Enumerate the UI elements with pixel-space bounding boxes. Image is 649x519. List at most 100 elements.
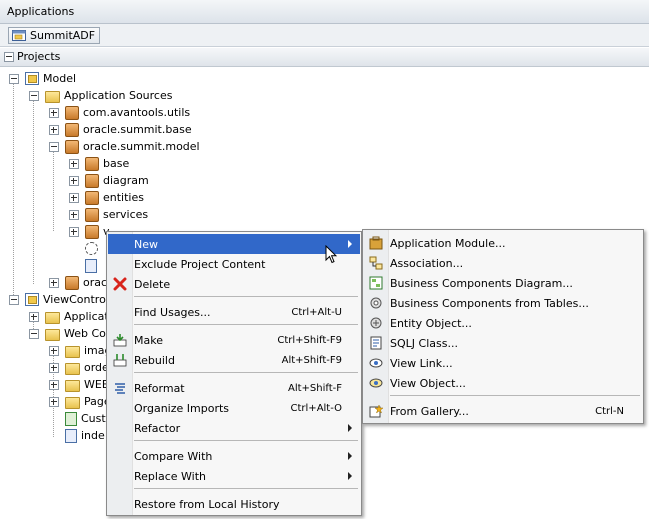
tree-toggle[interactable]	[69, 193, 79, 203]
menu-item-new[interactable]: New	[108, 234, 360, 254]
menu-item-restore-from-local-history[interactable]: Restore from Local History	[108, 494, 360, 514]
file-icon	[65, 411, 77, 426]
menu-item-compare-with[interactable]: Compare With	[108, 446, 360, 466]
menu-separator	[134, 372, 358, 373]
tree-item-label: Cust	[81, 412, 106, 425]
menu-item-entity-object[interactable]: Entity Object...	[364, 313, 642, 333]
tree-item-file[interactable]: Cust	[65, 410, 106, 427]
menu-item-from-gallery[interactable]: From Gallery... Ctrl-N	[364, 401, 642, 421]
tree-toggle[interactable]	[9, 74, 19, 84]
tree-toggle[interactable]	[49, 380, 59, 390]
menu-item-organize-imports[interactable]: Organize Imports Ctrl+Alt-O	[108, 398, 360, 418]
menu-item-label: Organize Imports	[134, 401, 230, 415]
tables-icon	[370, 297, 382, 309]
tree-toggle[interactable]	[29, 91, 39, 101]
view-object-icon	[369, 378, 383, 388]
folder-icon	[65, 379, 80, 392]
tree-item-model[interactable]: Model	[25, 70, 76, 87]
tree-toggle[interactable]	[49, 142, 59, 152]
tree-item-folder[interactable]: Applicati	[45, 308, 112, 325]
projects-collapse-button[interactable]	[4, 52, 14, 62]
tree-toggle[interactable]	[49, 108, 59, 118]
tree-item-package[interactable]: oracle.summit.model	[65, 138, 200, 155]
tree-toggle[interactable]	[29, 329, 39, 339]
menu-item-rebuild[interactable]: Rebuild Alt+Shift-F9	[108, 350, 360, 370]
tree-toggle[interactable]	[69, 210, 79, 220]
application-selector-value: SummitADF	[30, 29, 96, 42]
menu-item-reformat[interactable]: Reformat Alt+Shift-F	[108, 378, 360, 398]
tree-item-folder[interactable]: WEB	[65, 376, 109, 393]
tree-item-viewcontroller[interactable]: ViewControlle	[25, 291, 119, 308]
menu-item-application-module[interactable]: Application Module...	[364, 233, 642, 253]
menu-item-refactor[interactable]: Refactor	[108, 418, 360, 438]
tree-item-folder[interactable]: Page	[65, 393, 111, 410]
package-icon	[65, 105, 79, 120]
menu-item-label: Association...	[390, 256, 464, 270]
menu-item-accelerator: Alt+Shift-F9	[281, 354, 342, 366]
menu-item-accelerator: Ctrl+Shift-F9	[277, 334, 342, 346]
tree-item-label: services	[103, 208, 149, 221]
tree-toggle[interactable]	[9, 295, 19, 305]
window-title: Applications	[7, 5, 75, 18]
tree-item-folder[interactable]: imag	[65, 342, 112, 359]
application-selector[interactable]: SummitADF	[8, 27, 101, 44]
tree-item-folder[interactable]: Web Con	[45, 325, 113, 342]
tree-item-label: inde	[81, 429, 105, 442]
submenu-arrow-icon	[348, 424, 352, 432]
menu-item-label: Refactor	[134, 421, 181, 435]
tree-toggle[interactable]	[69, 227, 79, 237]
tree-toggle[interactable]	[49, 125, 59, 135]
folder-icon	[65, 396, 80, 409]
gear-icon	[85, 242, 98, 255]
tree-item-package[interactable]: services	[85, 206, 148, 223]
tree-item-package[interactable]: diagram	[85, 172, 149, 189]
menu-item-exclude-project-content[interactable]: Exclude Project Content	[108, 254, 360, 274]
menu-item-find-usages[interactable]: Find Usages... Ctrl+Alt-U	[108, 302, 360, 322]
window-title-bar: Applications	[0, 0, 649, 24]
file-icon	[85, 258, 97, 273]
application-bar: SummitADF	[0, 24, 649, 47]
tree-item-file[interactable]	[85, 257, 101, 274]
menu-item-sqlj-class[interactable]: SQLJ Class...	[364, 333, 642, 353]
package-icon	[65, 122, 79, 137]
menu-separator	[134, 296, 358, 297]
menu-item-association[interactable]: Association...	[364, 253, 642, 273]
tree-item-package[interactable]: entities	[85, 189, 144, 206]
menu-item-delete[interactable]: Delete	[108, 274, 360, 294]
tree-item-package[interactable]: orac	[65, 274, 107, 291]
tree-toggle[interactable]	[29, 312, 39, 322]
package-icon	[65, 139, 79, 154]
tree-item-file[interactable]	[85, 240, 102, 257]
menu-item-business-components-from-tables[interactable]: Business Components from Tables...	[364, 293, 642, 313]
tree-guide	[33, 100, 34, 284]
tree-item-label: com.avantools.utils	[83, 106, 191, 119]
tree-item-package[interactable]: oracle.summit.base	[65, 121, 192, 138]
menu-item-view-link[interactable]: View Link...	[364, 353, 642, 373]
projects-panel-header: Projects	[0, 48, 649, 67]
project-icon	[25, 72, 39, 85]
tree-item-folder[interactable]: orde	[65, 359, 109, 376]
menu-item-replace-with[interactable]: Replace With	[108, 466, 360, 486]
menu-item-view-object[interactable]: View Object...	[364, 373, 642, 393]
tree-guide	[53, 151, 54, 231]
submenu-arrow-icon	[348, 472, 352, 480]
tree-toggle[interactable]	[49, 397, 59, 407]
tree-guide	[13, 83, 14, 297]
tree-item-package[interactable]: com.avantools.utils	[65, 104, 190, 121]
menu-item-make[interactable]: Make Ctrl+Shift-F9	[108, 330, 360, 350]
folder-icon	[65, 345, 80, 358]
tree-toggle[interactable]	[49, 278, 59, 288]
menu-item-accelerator: Ctrl+Alt-O	[290, 402, 342, 414]
tree-toggle[interactable]	[49, 363, 59, 373]
menu-item-business-components-diagram[interactable]: Business Components Diagram...	[364, 273, 642, 293]
tree-item-label: Model	[43, 72, 77, 85]
submenu-arrow-icon	[348, 240, 352, 248]
tree-item-application-sources[interactable]: Application Sources	[45, 87, 172, 104]
tree-item-file[interactable]: inde	[65, 427, 105, 444]
menu-separator	[134, 324, 358, 325]
tree-item-package[interactable]: base	[85, 155, 129, 172]
tree-item-label: oracle.summit.base	[83, 123, 192, 136]
tree-toggle[interactable]	[69, 159, 79, 169]
tree-toggle[interactable]	[49, 346, 59, 356]
tree-toggle[interactable]	[69, 176, 79, 186]
